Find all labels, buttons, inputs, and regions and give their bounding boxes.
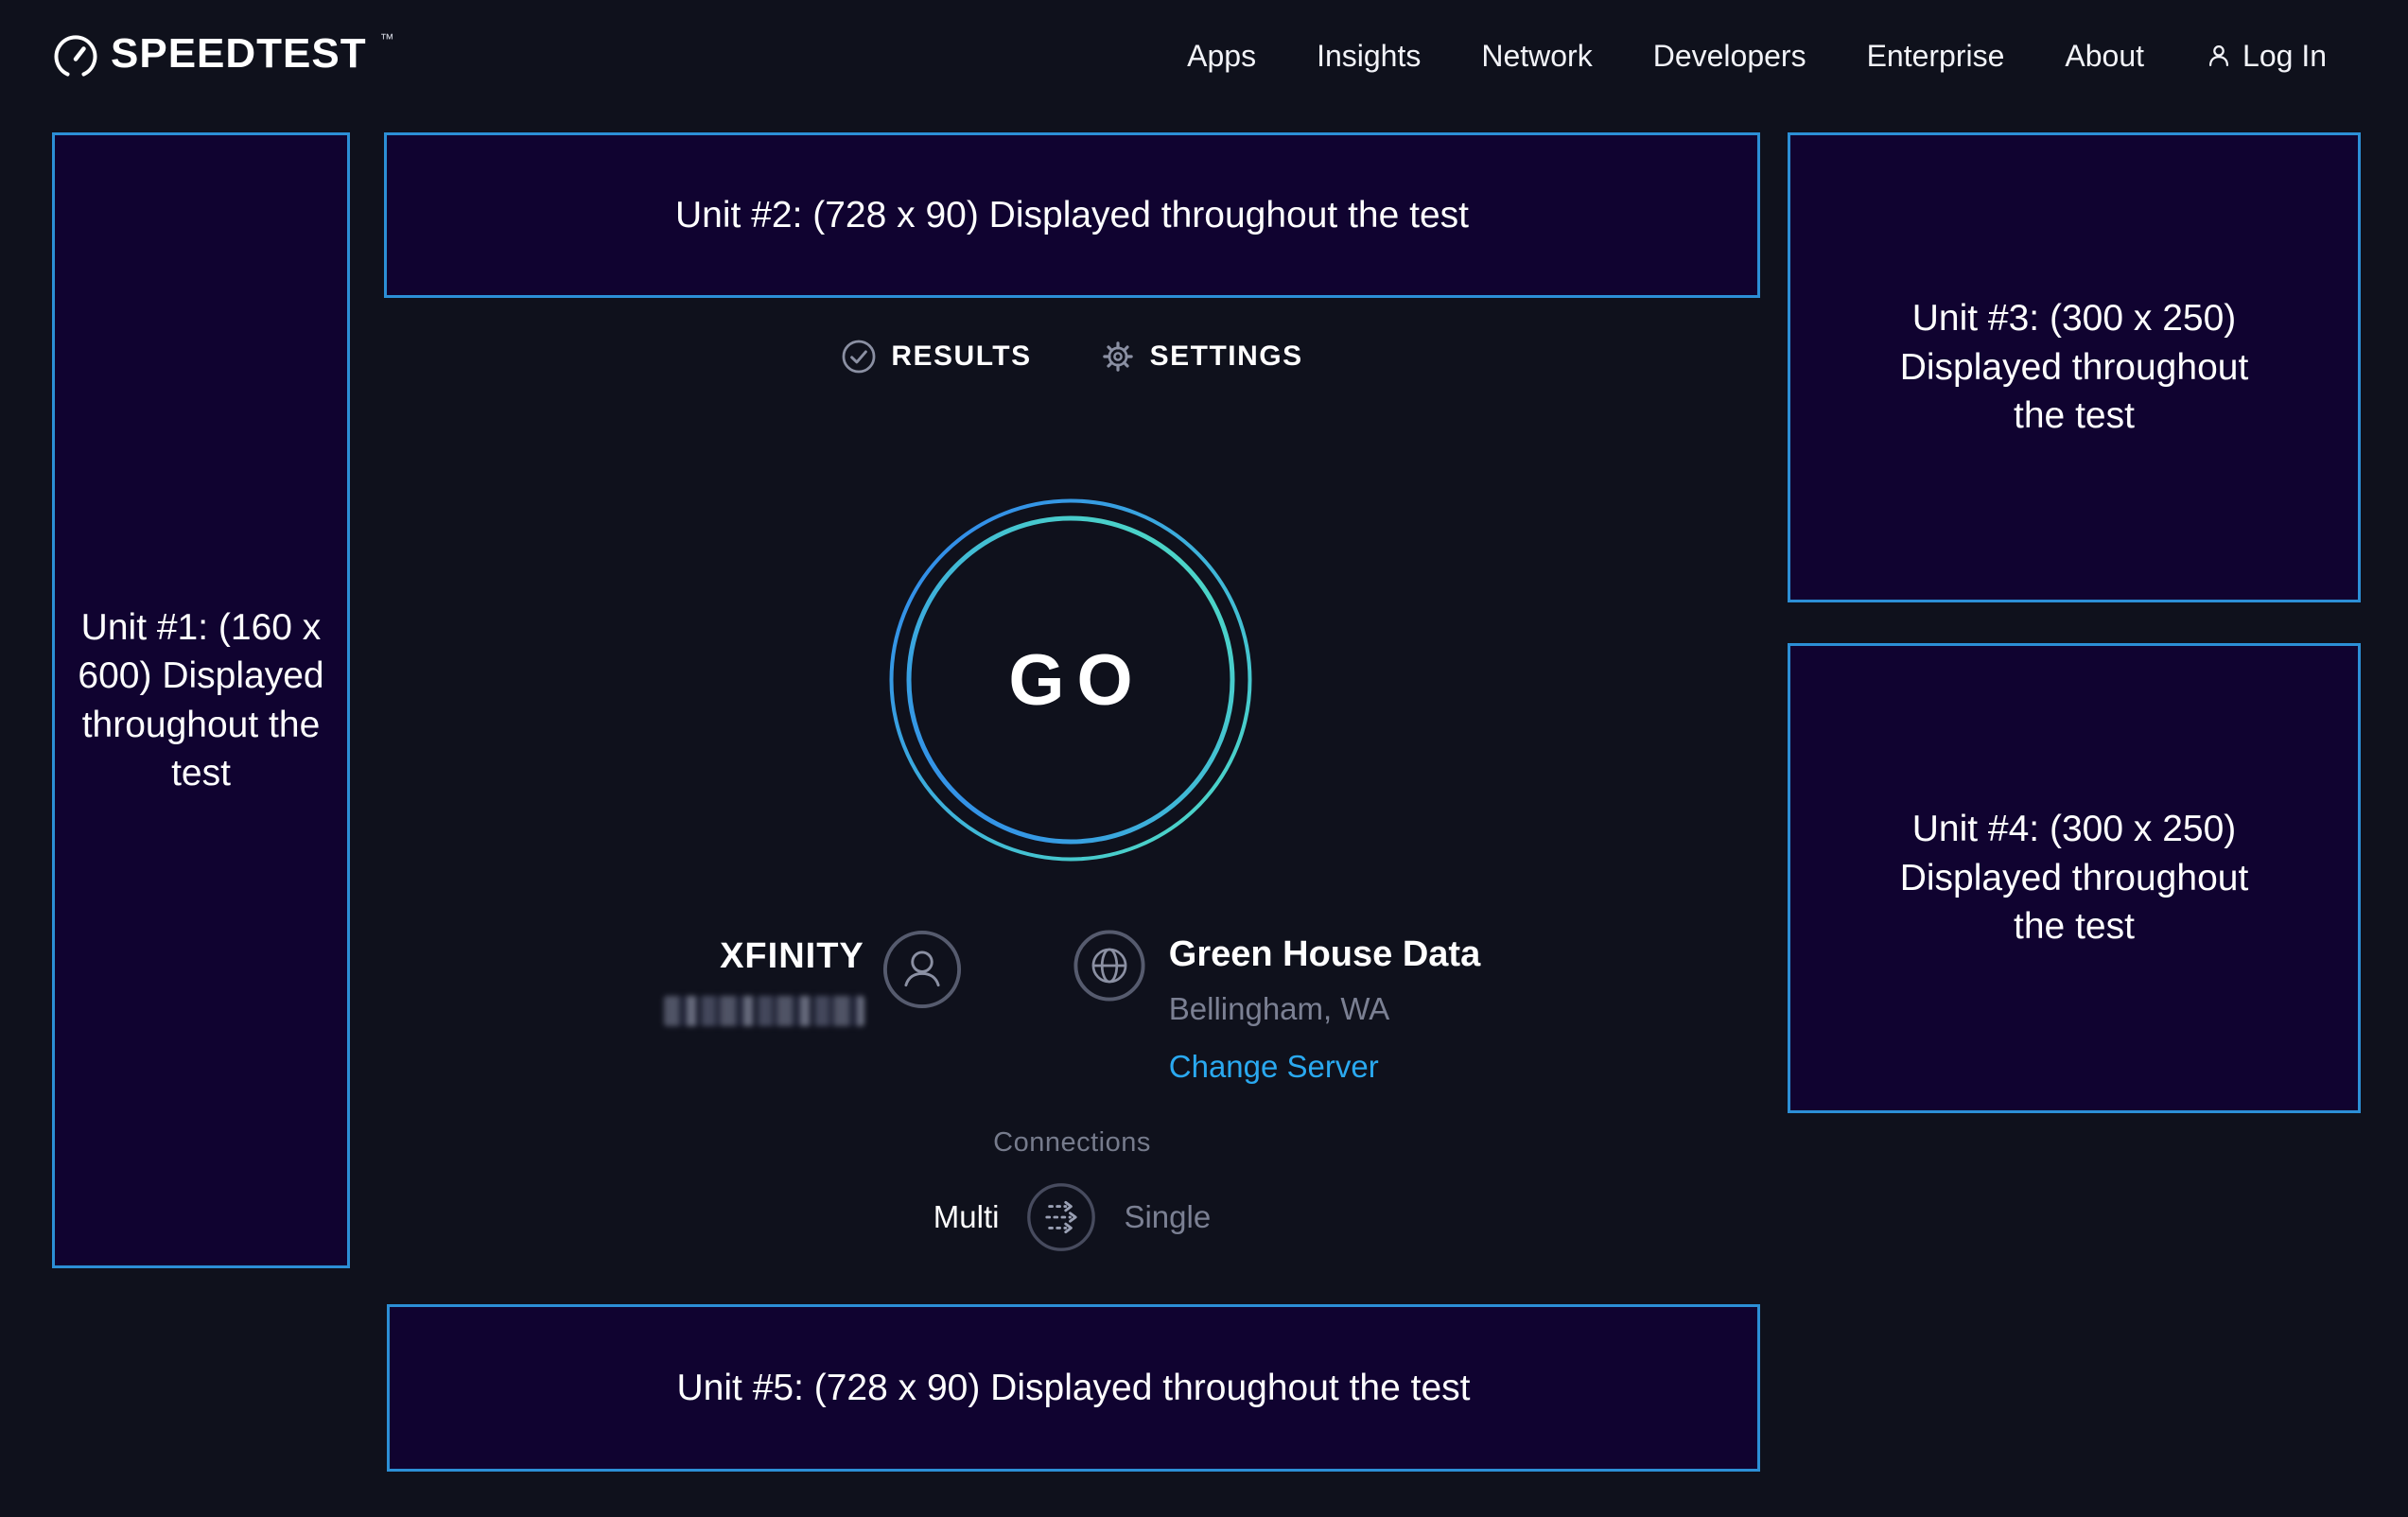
server-location: Bellingham, WA bbox=[1169, 991, 1480, 1027]
person-icon bbox=[2205, 42, 2233, 70]
connections-section: Connections Multi Single bbox=[384, 1127, 1760, 1253]
connections-toggle-row: Multi Single bbox=[384, 1181, 1760, 1253]
isp-user-icon bbox=[881, 929, 963, 1010]
go-button-label: GO bbox=[889, 498, 1252, 862]
isp-block: XFINITY bbox=[664, 936, 864, 1031]
server-block: Green House Data Bellingham, WA Change S… bbox=[1169, 934, 1480, 1085]
tab-settings-label: SETTINGS bbox=[1150, 340, 1303, 373]
nav-item-insights[interactable]: Insights bbox=[1317, 39, 1421, 74]
tab-results[interactable]: RESULTS bbox=[841, 339, 1031, 375]
server-globe-icon bbox=[1073, 929, 1146, 1003]
ad-unit-1: Unit #1: (160 x 600) Displayed throughou… bbox=[52, 132, 350, 1268]
nav-item-network[interactable]: Network bbox=[1481, 39, 1592, 74]
speedometer-gauge-icon bbox=[54, 35, 97, 78]
view-tabs: RESULTS SETTINGS bbox=[384, 339, 1760, 375]
connections-toggle-icon[interactable] bbox=[1025, 1181, 1097, 1253]
nav-item-apps[interactable]: Apps bbox=[1187, 39, 1256, 74]
ad-unit-5: Unit #5: (728 x 90) Displayed throughout… bbox=[387, 1304, 1760, 1472]
nav-item-about[interactable]: About bbox=[2065, 39, 2144, 74]
nav-links: Apps Insights Network Developers Enterpr… bbox=[1126, 39, 2327, 74]
ad-unit-5-label: Unit #5: (728 x 90) Displayed throughout… bbox=[677, 1364, 1471, 1412]
isp-name: XFINITY bbox=[664, 936, 864, 977]
ad-unit-2: Unit #2: (728 x 90) Displayed throughout… bbox=[384, 132, 1760, 298]
tab-results-label: RESULTS bbox=[891, 340, 1031, 373]
check-circle-icon bbox=[841, 339, 877, 375]
brand-name: SPEEDTEST bbox=[111, 33, 367, 75]
ad-unit-4: Unit #4: (300 x 250) Displayed throughou… bbox=[1788, 643, 2361, 1113]
nav-item-developers[interactable]: Developers bbox=[1653, 39, 1806, 74]
brand-trademark: ™ bbox=[380, 31, 394, 47]
ad-unit-3-label: Unit #3: (300 x 250) Displayed throughou… bbox=[1871, 294, 2277, 440]
ad-unit-4-label: Unit #4: (300 x 250) Displayed throughou… bbox=[1871, 805, 2277, 950]
top-navigation: SPEEDTEST ™ Apps Insights Network Develo… bbox=[0, 0, 2408, 112]
tab-settings[interactable]: SETTINGS bbox=[1100, 339, 1303, 375]
gear-icon bbox=[1100, 339, 1136, 375]
speedtest-page: SPEEDTEST ™ Apps Insights Network Develo… bbox=[0, 0, 2408, 1517]
login-label: Log In bbox=[2242, 39, 2327, 74]
ad-unit-2-label: Unit #2: (728 x 90) Displayed throughout… bbox=[675, 191, 1469, 239]
go-button[interactable]: GO bbox=[889, 498, 1252, 862]
connections-multi-option[interactable]: Multi bbox=[934, 1199, 1000, 1235]
connection-meta: XFINITY Green House Data Bellingham, WA … bbox=[384, 929, 1760, 1085]
ad-unit-1-label: Unit #1: (160 x 600) Displayed throughou… bbox=[78, 603, 325, 798]
login-button[interactable]: Log In bbox=[2205, 39, 2327, 74]
speedtest-logo[interactable]: SPEEDTEST ™ bbox=[54, 33, 394, 78]
change-server-link[interactable]: Change Server bbox=[1169, 1049, 1480, 1085]
connections-label: Connections bbox=[384, 1127, 1760, 1159]
server-name: Green House Data bbox=[1169, 934, 1480, 975]
ad-unit-3: Unit #3: (300 x 250) Displayed throughou… bbox=[1788, 132, 2361, 602]
nav-item-enterprise[interactable]: Enterprise bbox=[1867, 39, 2005, 74]
connections-single-option[interactable]: Single bbox=[1124, 1199, 1211, 1235]
isp-ip-redacted bbox=[664, 996, 864, 1026]
